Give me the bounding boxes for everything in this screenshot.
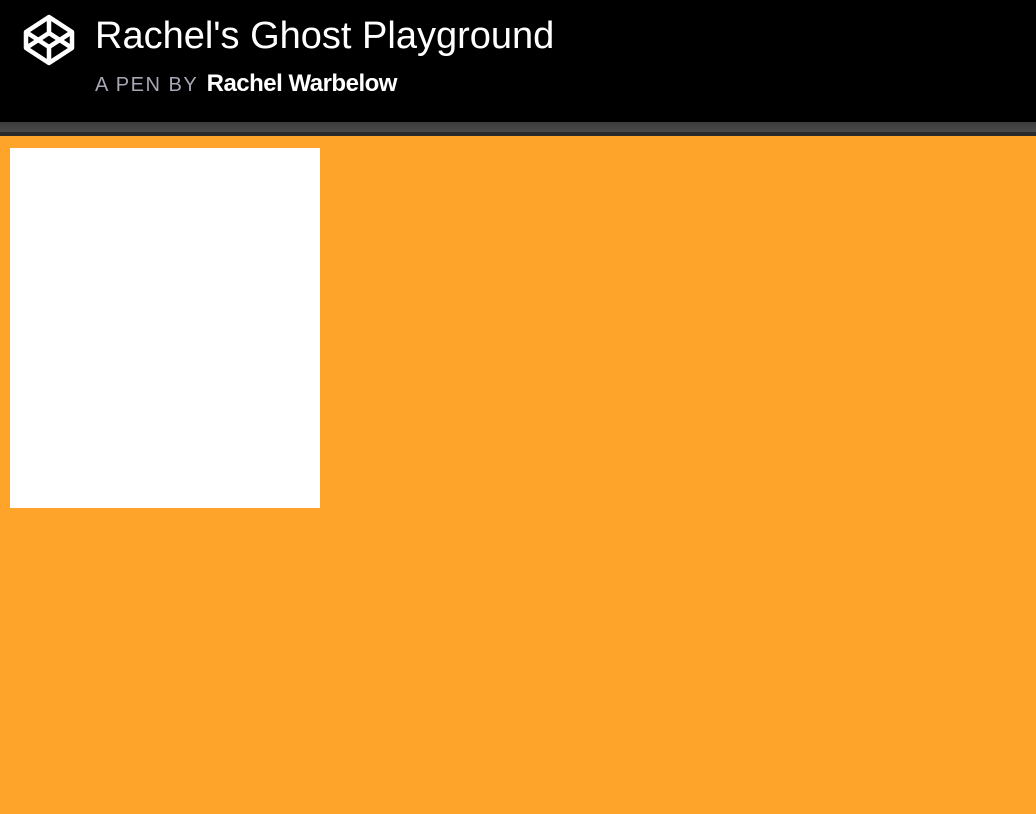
byline-prefix: A PEN BY	[95, 74, 199, 96]
pen-title: Rachel's Ghost Playground	[95, 15, 555, 57]
byline: A PEN BY Rachel Warbelow	[95, 68, 397, 100]
header-divider	[0, 122, 1036, 132]
pen-preview-stage	[0, 136, 1036, 814]
pen-header: Rachel's Ghost Playground A PEN BY Rache…	[0, 0, 1036, 122]
author-link[interactable]: Rachel Warbelow	[207, 70, 398, 97]
ghost-canvas-box	[10, 148, 320, 508]
codepen-icon[interactable]	[22, 13, 76, 67]
